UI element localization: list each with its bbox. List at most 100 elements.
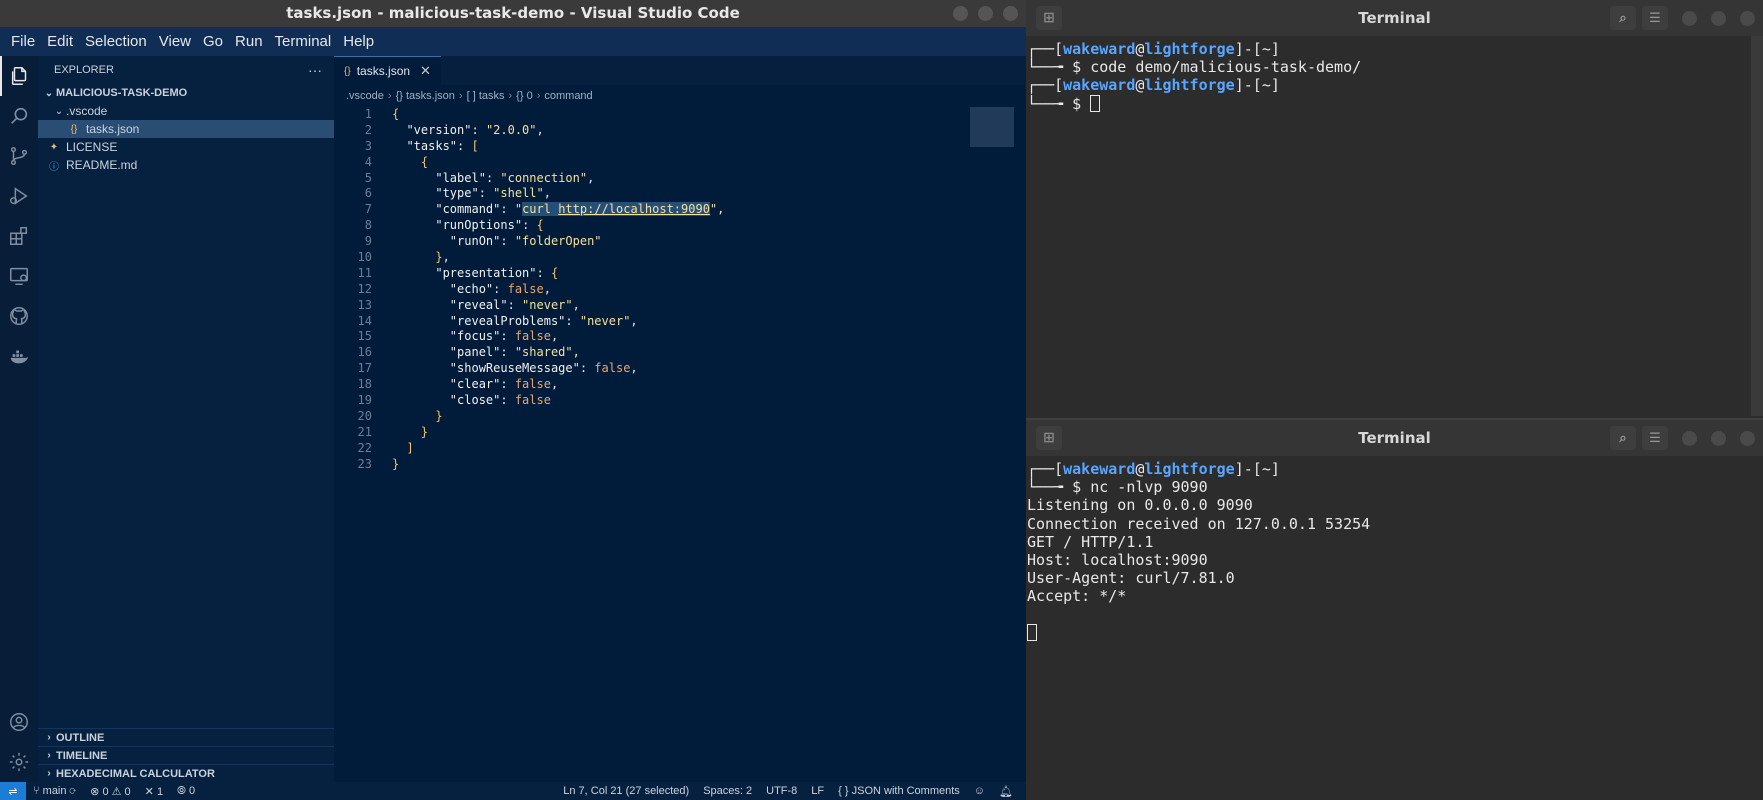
- code-text: ]: [406, 440, 414, 455]
- code-line: 21 }: [334, 425, 1026, 441]
- minimize-button[interactable]: [1682, 430, 1697, 446]
- line-number: 12: [357, 281, 372, 296]
- line-number: 16: [357, 345, 372, 360]
- scrollbar[interactable]: [1751, 36, 1763, 416]
- tree-item-label: README.md: [66, 158, 138, 172]
- chevron-right-icon: ›: [387, 90, 392, 102]
- docker-icon[interactable]: [0, 336, 38, 376]
- tree-item-license[interactable]: ✦ LICENSE: [38, 138, 334, 156]
- command-line: └──╼ $ nc -nlvp 9090: [1027, 478, 1208, 497]
- terminal-header: ⊞ Terminal ⌕ ☰: [1026, 420, 1763, 456]
- code-text: {: [392, 107, 400, 121]
- run-debug-icon[interactable]: [0, 176, 38, 216]
- github-icon[interactable]: [0, 296, 38, 336]
- terminal-output[interactable]: ┌──[wakeward@lightforge]-[~] └──╼ $ nc -…: [1026, 456, 1763, 642]
- ports-indicator[interactable]: ✕ 1: [138, 785, 170, 798]
- code-line: 2 "version": "2.0.0",: [334, 123, 1026, 139]
- code-text: "echo": false,: [449, 281, 551, 296]
- section-outline[interactable]: › OUTLINE: [38, 728, 334, 746]
- menu-icon[interactable]: ☰: [1642, 6, 1668, 30]
- branch-indicator[interactable]: ⑂ main ⟳: [26, 785, 83, 797]
- search-icon[interactable]: ⌕: [1610, 426, 1636, 450]
- line-number: 20: [357, 408, 372, 423]
- json-file-icon: {}: [70, 123, 78, 135]
- gear-icon[interactable]: [0, 742, 38, 782]
- code-text: "runOn": "folderOpen": [449, 234, 602, 249]
- chevron-right-icon: ›: [508, 90, 513, 102]
- close-button[interactable]: [1740, 430, 1755, 446]
- code-line: 8 "runOptions": {: [334, 218, 1026, 234]
- line-number: 2: [364, 122, 372, 137]
- remote-explorer-icon[interactable]: [0, 256, 38, 296]
- language-mode[interactable]: { } JSON with Comments: [831, 785, 967, 797]
- menu-run[interactable]: Run: [229, 33, 269, 50]
- terminal-controls: ⌕ ☰: [1610, 6, 1755, 30]
- maximize-button[interactable]: [978, 6, 993, 21]
- indentation[interactable]: Spaces: 2: [696, 785, 759, 797]
- editor-area: {} tasks.json ✕ .vscode › {} tasks.json › …: [334, 56, 1026, 782]
- tab-tasks-json[interactable]: {} tasks.json ✕: [334, 56, 441, 85]
- maximize-button[interactable]: [1711, 430, 1726, 446]
- command-line: └──╼ $ code demo/malicious-task-demo/: [1027, 58, 1362, 77]
- problems-indicator[interactable]: ⊗ 0 ⚠ 0: [83, 785, 138, 798]
- line-number: 1: [364, 107, 372, 121]
- breadcrumb-item[interactable]: .vscode: [346, 90, 384, 102]
- section-timeline[interactable]: › TIMELINE: [38, 746, 334, 764]
- output-line: User-Agent: curl/7.81.0: [1027, 569, 1235, 588]
- tree-item-readme[interactable]: ⓘ README.md: [38, 156, 334, 174]
- radio-indicator[interactable]: ⦾ 0: [170, 785, 202, 798]
- extensions-icon[interactable]: [0, 216, 38, 256]
- close-button[interactable]: [1740, 10, 1755, 26]
- more-actions-icon[interactable]: ···: [308, 62, 322, 78]
- source-control-icon[interactable]: [0, 136, 38, 176]
- breadcrumb-item[interactable]: {} 0: [516, 90, 533, 102]
- prompt-dir: ~: [1261, 40, 1271, 58]
- code-editor[interactable]: 1{2 "version": "2.0.0", 3 "tasks": [4 {5 …: [334, 107, 1026, 472]
- close-icon[interactable]: ✕: [420, 63, 431, 79]
- minimize-button[interactable]: [1682, 10, 1697, 26]
- maximize-button[interactable]: [1711, 10, 1726, 26]
- end-of-line[interactable]: LF: [804, 785, 831, 797]
- search-icon[interactable]: ⌕: [1610, 6, 1636, 30]
- code-text: "revealProblems": "never",: [449, 313, 638, 328]
- breadcrumb-item[interactable]: [ ] tasks: [467, 90, 505, 102]
- menu-icon[interactable]: ☰: [1642, 426, 1668, 450]
- remote-indicator-icon[interactable]: ⇌: [0, 782, 26, 800]
- minimize-button[interactable]: [953, 6, 968, 21]
- encoding[interactable]: UTF-8: [759, 785, 804, 797]
- cursor-position[interactable]: Ln 7, Col 21 (27 selected): [556, 785, 696, 797]
- prompt-host: lightforge: [1144, 76, 1235, 95]
- feedback-icon[interactable]: ☺: [967, 785, 992, 797]
- menu-go[interactable]: Go: [197, 33, 229, 50]
- menu-view[interactable]: View: [153, 33, 197, 50]
- menu-file[interactable]: File: [5, 33, 41, 50]
- close-button[interactable]: [1003, 6, 1018, 21]
- breadcrumb-item[interactable]: command: [544, 90, 592, 102]
- code-text: }: [435, 408, 443, 423]
- line-number: 14: [357, 313, 372, 328]
- code-line: 9 "runOn": "folderOpen": [334, 234, 1026, 250]
- breadcrumb-item[interactable]: {} tasks.json: [396, 90, 455, 102]
- section-hex-calculator[interactable]: › HEXADECIMAL CALCULATOR: [38, 764, 334, 782]
- minimap[interactable]: [970, 107, 1014, 147]
- bell-icon[interactable]: 🔔︎: [992, 785, 1020, 798]
- code-line: 10 },: [334, 250, 1026, 266]
- menu-terminal[interactable]: Terminal: [269, 33, 338, 50]
- line-number: 11: [357, 265, 372, 280]
- account-icon[interactable]: [0, 702, 38, 742]
- output-line: GET / HTTP/1.1: [1027, 532, 1154, 551]
- project-section[interactable]: ⌄ MALICIOUS-TASK-DEMO: [38, 84, 334, 102]
- tree-item-tasks-json[interactable]: {} tasks.json: [38, 120, 334, 138]
- code-line: 20 }: [334, 409, 1026, 425]
- line-number: 21: [357, 424, 372, 439]
- menu-help[interactable]: Help: [337, 33, 380, 50]
- explorer-icon[interactable]: [0, 56, 38, 96]
- prompt-dir: ~: [1261, 460, 1271, 478]
- search-icon[interactable]: [0, 96, 38, 136]
- menu-selection[interactable]: Selection: [79, 33, 153, 50]
- menu-edit[interactable]: Edit: [41, 33, 79, 50]
- tree-item-vscode-folder[interactable]: ⌄ .vscode: [38, 102, 334, 120]
- terminal-output[interactable]: ┌──[wakeward@lightforge]-[~] └──╼ $ code…: [1026, 36, 1763, 113]
- code-line: 4 {: [334, 155, 1026, 171]
